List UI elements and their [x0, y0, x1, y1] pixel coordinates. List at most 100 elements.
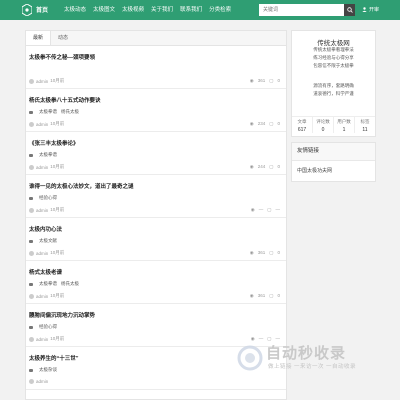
- comment-icon: ▢: [269, 250, 274, 255]
- article-meta: admin 10月前: [29, 78, 64, 84]
- post-time: 10月前: [50, 293, 65, 298]
- tab-latest[interactable]: 最新: [26, 31, 52, 45]
- article-title[interactable]: 谁得一见的太极心法妙文，道出了最奇之谜: [29, 182, 134, 190]
- tag-link[interactable]: 杨氏太极: [61, 109, 79, 115]
- article-tags: 太极拳谱 杨氏太极: [29, 109, 79, 115]
- post-time: 10月前: [50, 207, 65, 212]
- nav-item[interactable]: 分类检索: [209, 5, 231, 13]
- eye-icon: ◉: [249, 78, 254, 83]
- nav-item[interactable]: 太极图文: [93, 5, 115, 13]
- tag-link[interactable]: 太极文献: [39, 238, 57, 244]
- article-tags: 经验心得: [29, 195, 57, 201]
- author-name[interactable]: admin: [36, 79, 48, 84]
- tag-link[interactable]: 太极拳谱: [39, 109, 57, 115]
- intro-line: 包容信不限于太极拳: [313, 63, 354, 68]
- avatar: [29, 379, 34, 384]
- tab-dynamics[interactable]: 动态: [51, 31, 75, 45]
- logo-icon[interactable]: [22, 4, 32, 16]
- post-time: 10月前: [50, 78, 65, 83]
- author-name[interactable]: admin: [36, 208, 48, 213]
- post-time: 10月前: [50, 336, 65, 341]
- author-name[interactable]: admin: [36, 337, 48, 342]
- article-item: 太极内功心法 太极文献 admin 10月前 ◉ 361 ▢ 0: [26, 218, 286, 261]
- avatar: [29, 336, 34, 342]
- nav-item[interactable]: 太极视频: [122, 5, 144, 13]
- stat-label: 用户数: [337, 119, 351, 124]
- stat-label: 标签: [360, 119, 370, 124]
- comment-icon: ▢: [269, 121, 274, 126]
- top-navbar: 首页 太极动态 太极图文 太极视频 关于我们 联系我们 分类检索 开审: [0, 0, 400, 20]
- article-tags: 经验心得: [29, 324, 57, 330]
- watermark-subtext: 做上链接 一来访一次 一自动收录: [268, 364, 357, 370]
- eye-icon: ◉: [249, 164, 254, 169]
- tag-icon: [29, 110, 33, 114]
- comment-icon: ▢: [267, 207, 272, 212]
- eye-icon: ◉: [249, 250, 254, 255]
- stat-tags: 标签 11: [355, 117, 375, 133]
- eye-icon: ◉: [250, 207, 255, 212]
- author-name[interactable]: admin: [36, 122, 48, 127]
- article-stats: ◉ 361 ▢ 0: [250, 250, 280, 256]
- post-time: 10月前: [50, 121, 65, 126]
- article-title[interactable]: 《张三丰太极拳论》: [29, 139, 79, 147]
- search-button[interactable]: [344, 4, 355, 16]
- article-title[interactable]: 腰胯间偏沉现地力沉动掌势: [29, 311, 95, 319]
- article-item: 《张三丰太极拳论》 太极拳谱 admin 10月前 ◉ 244 ▢ 0: [26, 132, 286, 175]
- tag-icon: [29, 325, 33, 329]
- article-meta: admin 10月前: [29, 207, 64, 213]
- stat-label: 文章: [297, 119, 307, 124]
- nav-item[interactable]: 联系我们: [180, 5, 202, 13]
- article-title[interactable]: 太极拳不传之秘—颈项要领: [29, 53, 95, 61]
- eye-icon: ◉: [249, 293, 254, 298]
- tag-link[interactable]: 杨氏太极: [61, 281, 79, 287]
- avatar: [29, 207, 34, 213]
- friend-links-title: 友情链接: [292, 143, 375, 161]
- user-label: 开审: [369, 7, 380, 13]
- nav-item[interactable]: 关于我们: [151, 5, 173, 13]
- stat-comments: 评论数 0: [313, 117, 334, 133]
- nav-item[interactable]: 太极动态: [64, 5, 86, 13]
- article-stats: ◉ 234 ▢ 0: [250, 121, 280, 127]
- avatar: [29, 78, 34, 84]
- tag-link[interactable]: 经验心得: [39, 195, 57, 201]
- tag-icon: [29, 282, 33, 286]
- friend-link[interactable]: 中国太极功夫网: [292, 167, 375, 174]
- author-name[interactable]: admin: [36, 251, 48, 256]
- stat-users: 用户数 1: [334, 117, 355, 133]
- intro-line: 练习经验与心得分享: [313, 55, 354, 60]
- tag-link[interactable]: 太极杂谈: [39, 367, 57, 373]
- intro-line: 源流有序，套路明确: [313, 83, 354, 88]
- comment-count: 0: [277, 164, 280, 169]
- article-title[interactable]: 太极养生的“十三世”: [29, 354, 79, 362]
- article-item: 太极拳不传之秘—颈项要领 admin 10月前 ◉ 361 ▢ 0: [26, 46, 286, 89]
- tag-link[interactable]: 经验心得: [39, 324, 57, 330]
- home-link[interactable]: 首页: [36, 5, 48, 14]
- article-tags: 太极拳谱 杨氏太极: [29, 281, 79, 287]
- intro-line: 道衷德行，科学严谨: [313, 91, 354, 96]
- comment-icon: ▢: [269, 293, 274, 298]
- tag-link[interactable]: 太极拳谱: [39, 152, 57, 158]
- author-name[interactable]: admin: [36, 165, 48, 170]
- search-input[interactable]: [259, 4, 345, 16]
- user-menu[interactable]: 开审: [362, 6, 379, 13]
- article-title[interactable]: 太极内功心法: [29, 225, 62, 233]
- author-name[interactable]: admin: [36, 294, 48, 299]
- article-meta: admin: [29, 379, 50, 384]
- view-count: 361: [257, 78, 266, 83]
- user-icon: [362, 7, 367, 12]
- article-title[interactable]: 杨氏太极拳八十五式动作要诀: [29, 96, 101, 104]
- tag-link[interactable]: 太极拳谱: [39, 281, 57, 287]
- article-meta: admin 10月前: [29, 164, 64, 170]
- author-name[interactable]: admin: [36, 379, 48, 384]
- stat-value: 11: [362, 127, 368, 133]
- article-title[interactable]: 杨式太极老谱: [29, 268, 62, 276]
- site-stats: 文章 617 评论数 0 用户数 1 标签 11: [292, 116, 375, 133]
- comment-icon: ▢: [269, 78, 274, 83]
- eye-icon: ◉: [249, 121, 254, 126]
- article-meta: admin 10月前: [29, 250, 64, 256]
- tag-icon: [29, 196, 33, 200]
- tag-icon: [29, 239, 33, 243]
- view-count: —: [258, 207, 264, 212]
- stat-value: 617: [297, 127, 307, 133]
- stat-value: 1: [342, 127, 346, 133]
